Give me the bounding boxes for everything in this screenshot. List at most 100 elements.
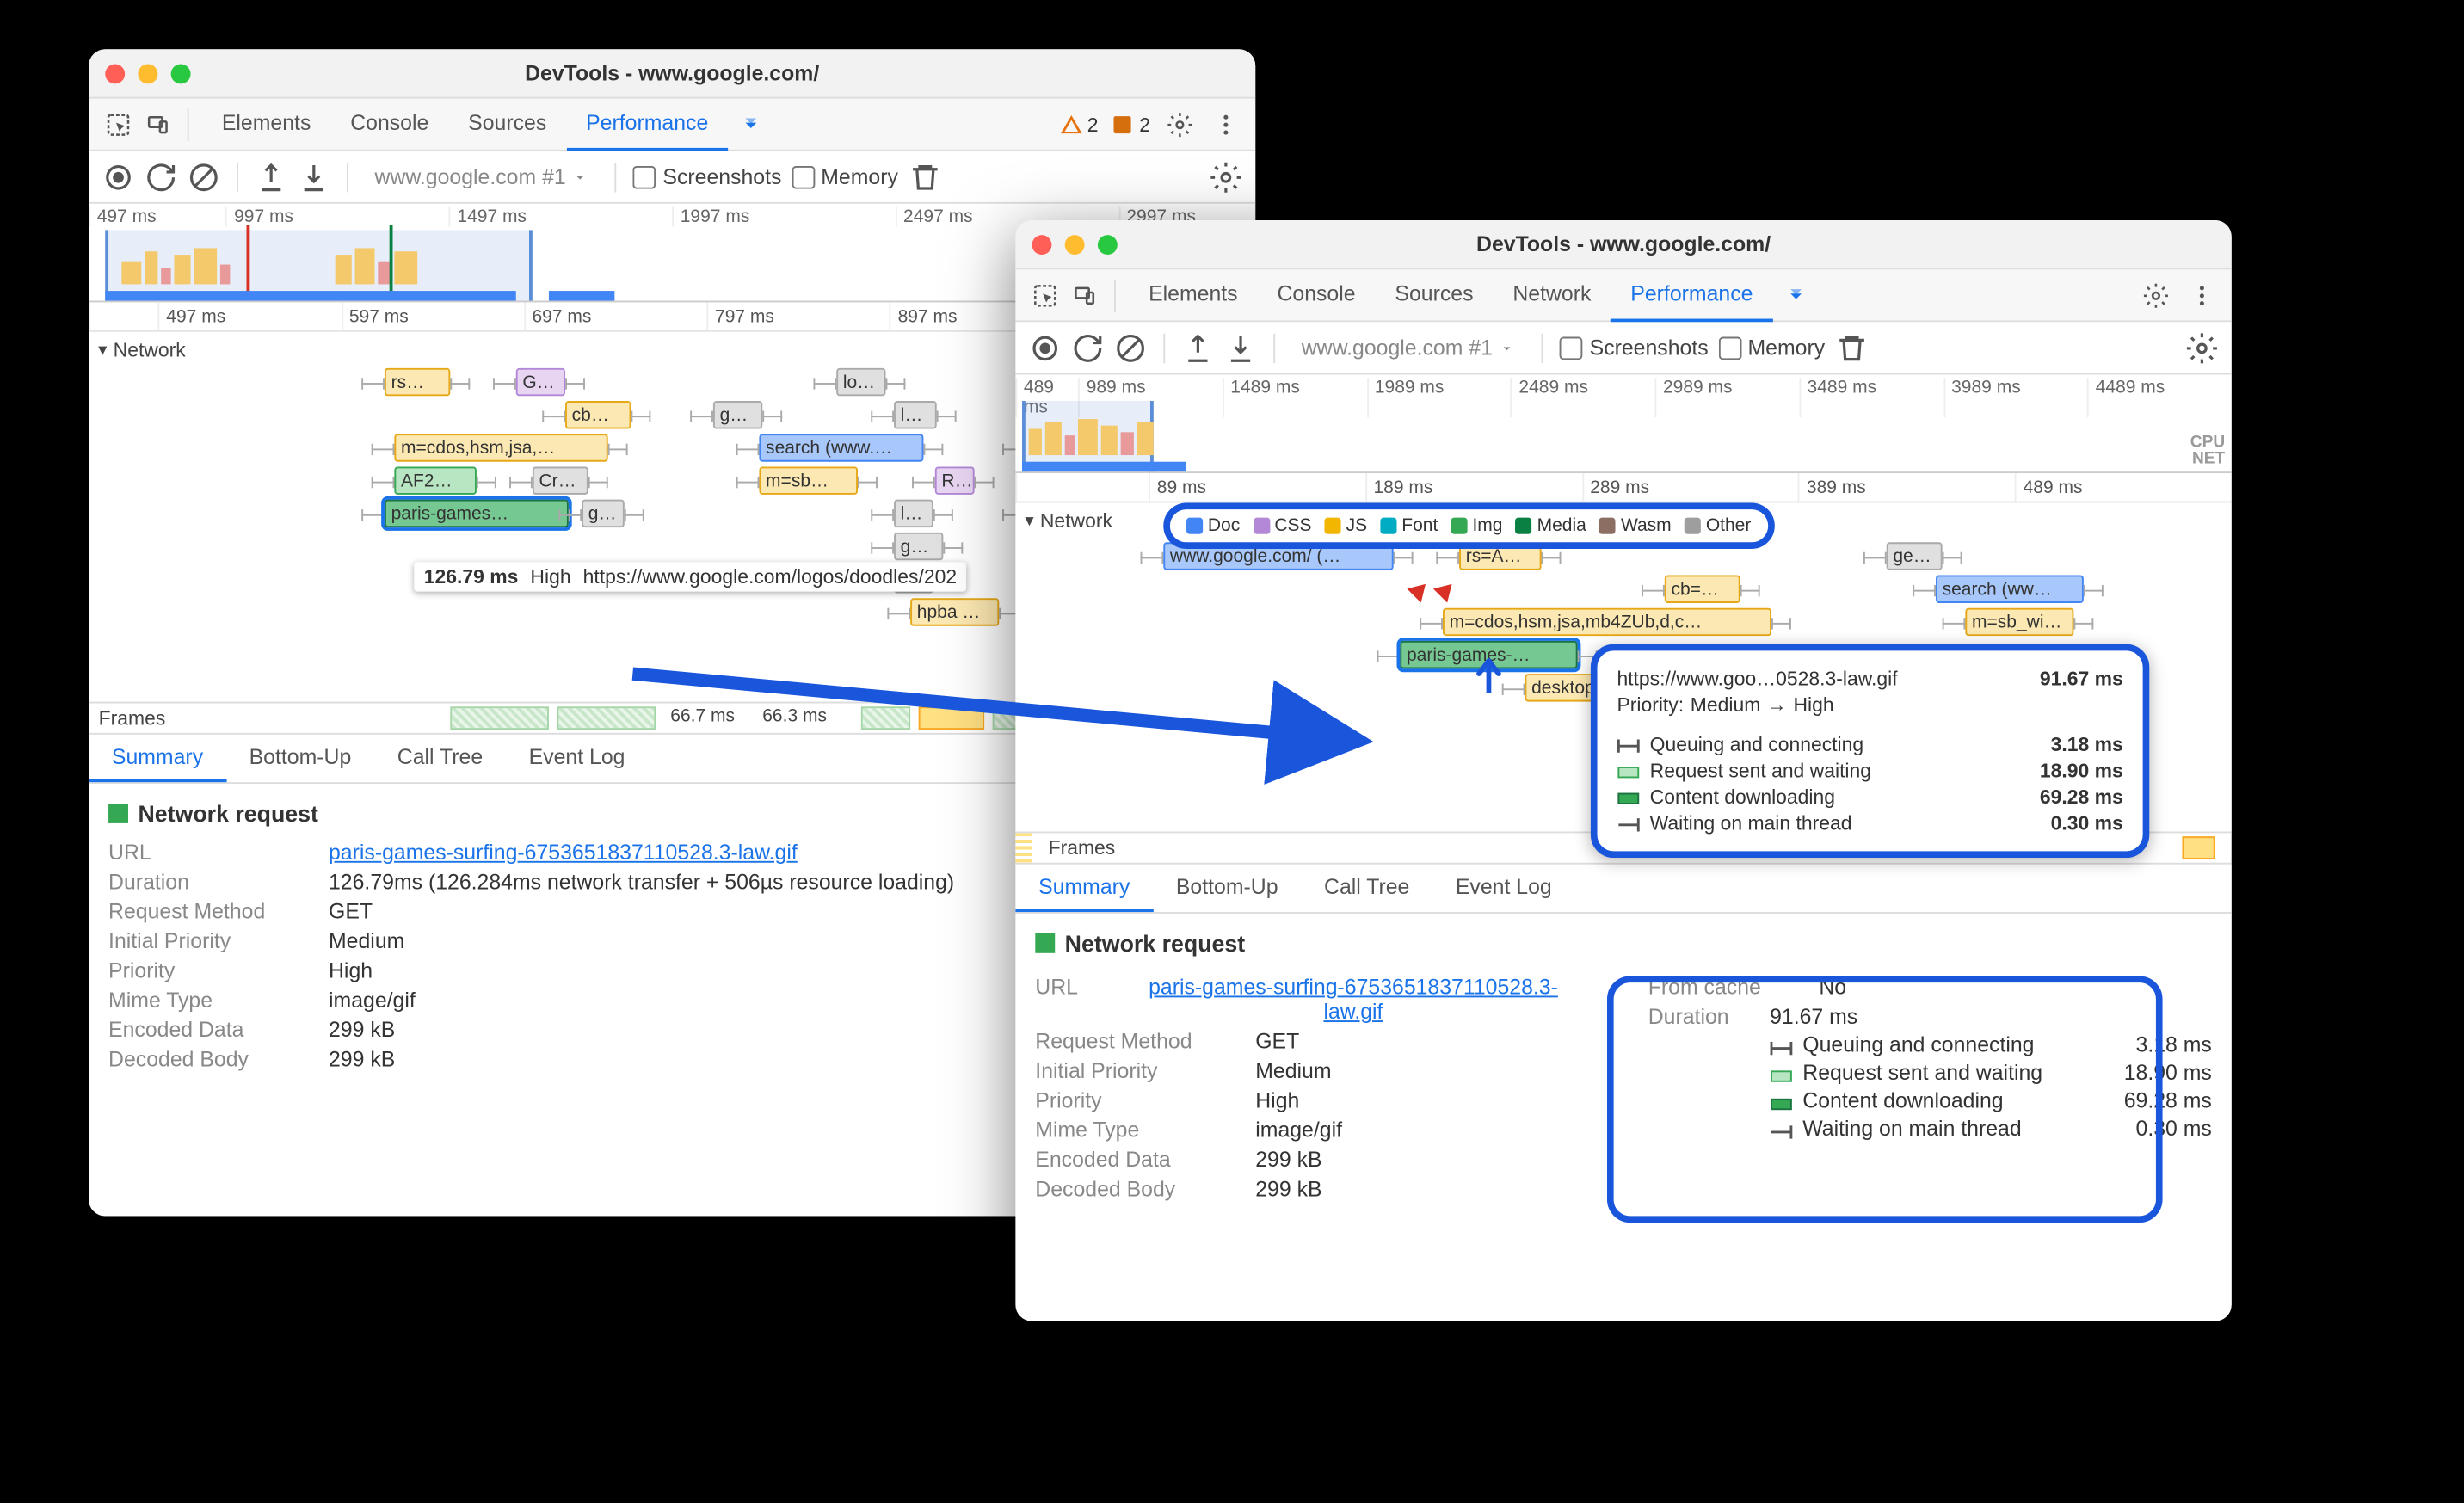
reload-icon[interactable] xyxy=(1071,331,1104,364)
gc-icon[interactable] xyxy=(1835,331,1868,364)
legend-item-wasm: Wasm xyxy=(1599,516,1672,536)
more-tabs-icon[interactable] xyxy=(1779,279,1812,311)
overview[interactable]: 489 ms 989 ms 1489 ms 1989 ms 2489 ms 29… xyxy=(1015,374,2231,473)
details-tab-eventlog[interactable]: Event Log xyxy=(1432,865,1574,912)
tab-performance[interactable]: Performance xyxy=(566,98,728,151)
network-request-bar[interactable]: AF2… xyxy=(394,466,476,494)
gc-icon[interactable] xyxy=(908,160,940,193)
inspect-icon[interactable] xyxy=(1029,279,1062,311)
details-tab-bottomup[interactable]: Bottom-Up xyxy=(226,735,374,782)
network-request-bar[interactable]: g… xyxy=(582,500,625,527)
record-icon[interactable] xyxy=(1029,331,1062,364)
upload-icon[interactable] xyxy=(255,160,287,193)
tab-console[interactable]: Console xyxy=(1258,268,1376,321)
network-request-bar[interactable]: rs… xyxy=(385,368,450,396)
details-tab-calltree[interactable]: Call Tree xyxy=(374,735,506,782)
device-icon[interactable] xyxy=(1069,279,1101,311)
screenshots-checkbox[interactable]: Screenshots xyxy=(1560,336,1708,360)
screenshots-checkbox[interactable]: Screenshots xyxy=(633,164,781,189)
memory-checkbox[interactable]: Memory xyxy=(792,164,898,189)
network-track-header[interactable]: ▼Network xyxy=(95,338,186,361)
network-request-bar[interactable]: m=cdos,hsm,jsa,mb4ZUb,d,c… xyxy=(1443,608,1771,636)
tab-elements[interactable]: Elements xyxy=(1129,268,1257,321)
network-request-bar[interactable]: Cr… xyxy=(533,466,588,494)
details-tab-summary[interactable]: Summary xyxy=(89,735,226,782)
tab-console[interactable]: Console xyxy=(330,98,448,151)
capture-settings-icon[interactable] xyxy=(2185,331,2218,364)
request-sent-icon xyxy=(1617,762,1640,779)
detail-url: URLparis-games-surfing-6753651837110528.… xyxy=(1035,975,1599,1024)
download-icon[interactable] xyxy=(1224,331,1257,364)
details-tab-eventlog[interactable]: Event Log xyxy=(506,735,648,782)
panel-tabs: Elements Console Sources Network Perform… xyxy=(1015,269,2231,322)
detail-encoded: Encoded Data299 kB xyxy=(1035,1147,1599,1172)
network-tooltip: 126.79 ms High https://www.google.com/lo… xyxy=(414,562,966,591)
details-tab-bottomup[interactable]: Bottom-Up xyxy=(1153,865,1301,912)
issues-badge[interactable]: 2 xyxy=(1112,113,1150,136)
duration-breakdown-highlight xyxy=(1607,976,2163,1223)
clear-icon[interactable] xyxy=(188,160,220,193)
network-request-bar[interactable]: l… xyxy=(894,500,933,527)
inspect-icon[interactable] xyxy=(102,108,134,140)
network-request-bar[interactable]: cb… xyxy=(565,401,631,428)
legend-item-font: Font xyxy=(1380,516,1438,536)
network-request-bar[interactable]: m=sb_wi… xyxy=(1965,608,2073,636)
network-request-bar[interactable]: G… xyxy=(516,368,565,396)
network-request-bar[interactable]: ge… xyxy=(1887,542,1943,570)
network-request-bar[interactable]: search (ww… xyxy=(1936,576,2084,603)
network-request-bar[interactable]: ge… xyxy=(894,533,943,560)
network-request-bar[interactable]: paris-games… xyxy=(385,500,569,527)
frames-label: Frames xyxy=(1049,836,1116,859)
perf-toolbar: www.google.com #1 Screenshots Memory xyxy=(89,151,1255,204)
timing-row: Waiting on main thread0.30 ms xyxy=(1617,812,2122,835)
devtools-window-2: DevTools - www.google.com/ Elements Cons… xyxy=(1015,220,2231,1321)
timing-row: Request sent and waiting18.90 ms xyxy=(1617,759,2122,782)
priority-arrow-icon xyxy=(1475,657,1502,693)
upload-icon[interactable] xyxy=(1181,331,1214,364)
url-link[interactable]: paris-games-surfing-6753651837110528.3-l… xyxy=(1149,975,1558,1024)
network-request-bar[interactable]: m=sb… xyxy=(759,466,858,494)
memory-checkbox[interactable]: Memory xyxy=(1718,336,1825,360)
ruler: 89 ms 189 ms 289 ms 389 ms 489 ms xyxy=(1015,473,2231,502)
img-color-swatch xyxy=(1035,933,1055,953)
download-icon[interactable] xyxy=(298,160,330,193)
tab-performance[interactable]: Performance xyxy=(1611,268,1772,321)
more-tabs-icon[interactable] xyxy=(735,108,767,140)
settings-icon[interactable] xyxy=(2140,279,2172,311)
network-request-bar[interactable]: cb=… xyxy=(1665,576,1740,603)
network-request-bar[interactable]: l… xyxy=(894,401,937,428)
more-icon[interactable] xyxy=(2185,279,2218,311)
network-request-bar[interactable]: hpba … xyxy=(910,598,999,625)
more-icon[interactable] xyxy=(1210,108,1242,140)
titlebar: DevTools - www.google.com/ xyxy=(1015,220,2231,269)
capture-settings-icon[interactable] xyxy=(1210,160,1242,193)
device-icon[interactable] xyxy=(141,108,174,140)
settings-icon[interactable] xyxy=(1163,108,1196,140)
details-tabs: Summary Bottom-Up Call Tree Event Log xyxy=(1015,865,2231,914)
tab-elements[interactable]: Elements xyxy=(202,98,330,151)
url-link[interactable]: paris-games-surfing-6753651837110528.3-l… xyxy=(329,840,798,865)
recording-select[interactable]: www.google.com #1 xyxy=(1291,336,1525,360)
legend-item-js: JS xyxy=(1325,516,1367,536)
tab-network[interactable]: Network xyxy=(1493,268,1611,321)
network-request-bar[interactable]: m=cdos,hsm,jsa,… xyxy=(394,434,607,461)
network-request-bar[interactable]: lo… xyxy=(836,368,885,396)
detail-decoded: Decoded Body299 kB xyxy=(1035,1177,1599,1202)
reload-icon[interactable] xyxy=(145,160,177,193)
timing-row: Content downloading69.28 ms xyxy=(1617,785,2122,809)
tab-sources[interactable]: Sources xyxy=(448,98,566,151)
warnings-badge[interactable]: 2 xyxy=(1059,113,1098,136)
network-request-bar[interactable]: g… xyxy=(713,401,762,428)
recording-select[interactable]: www.google.com #1 xyxy=(365,164,599,189)
network-request-bar[interactable]: R… xyxy=(935,466,975,494)
queuing-icon xyxy=(1617,736,1640,753)
details-tab-summary[interactable]: Summary xyxy=(1015,865,1153,912)
tab-sources[interactable]: Sources xyxy=(1375,268,1493,321)
clear-icon[interactable] xyxy=(1114,331,1147,364)
network-track-header[interactable]: ▼Network xyxy=(1022,509,1112,533)
detail-mime: Mime Typeimage/gif xyxy=(1035,1118,1599,1143)
record-icon[interactable] xyxy=(102,160,134,193)
detail-prio: PriorityHigh xyxy=(1035,1087,1599,1112)
network-request-bar[interactable]: search (www.… xyxy=(759,434,923,461)
details-tab-calltree[interactable]: Call Tree xyxy=(1301,865,1432,912)
